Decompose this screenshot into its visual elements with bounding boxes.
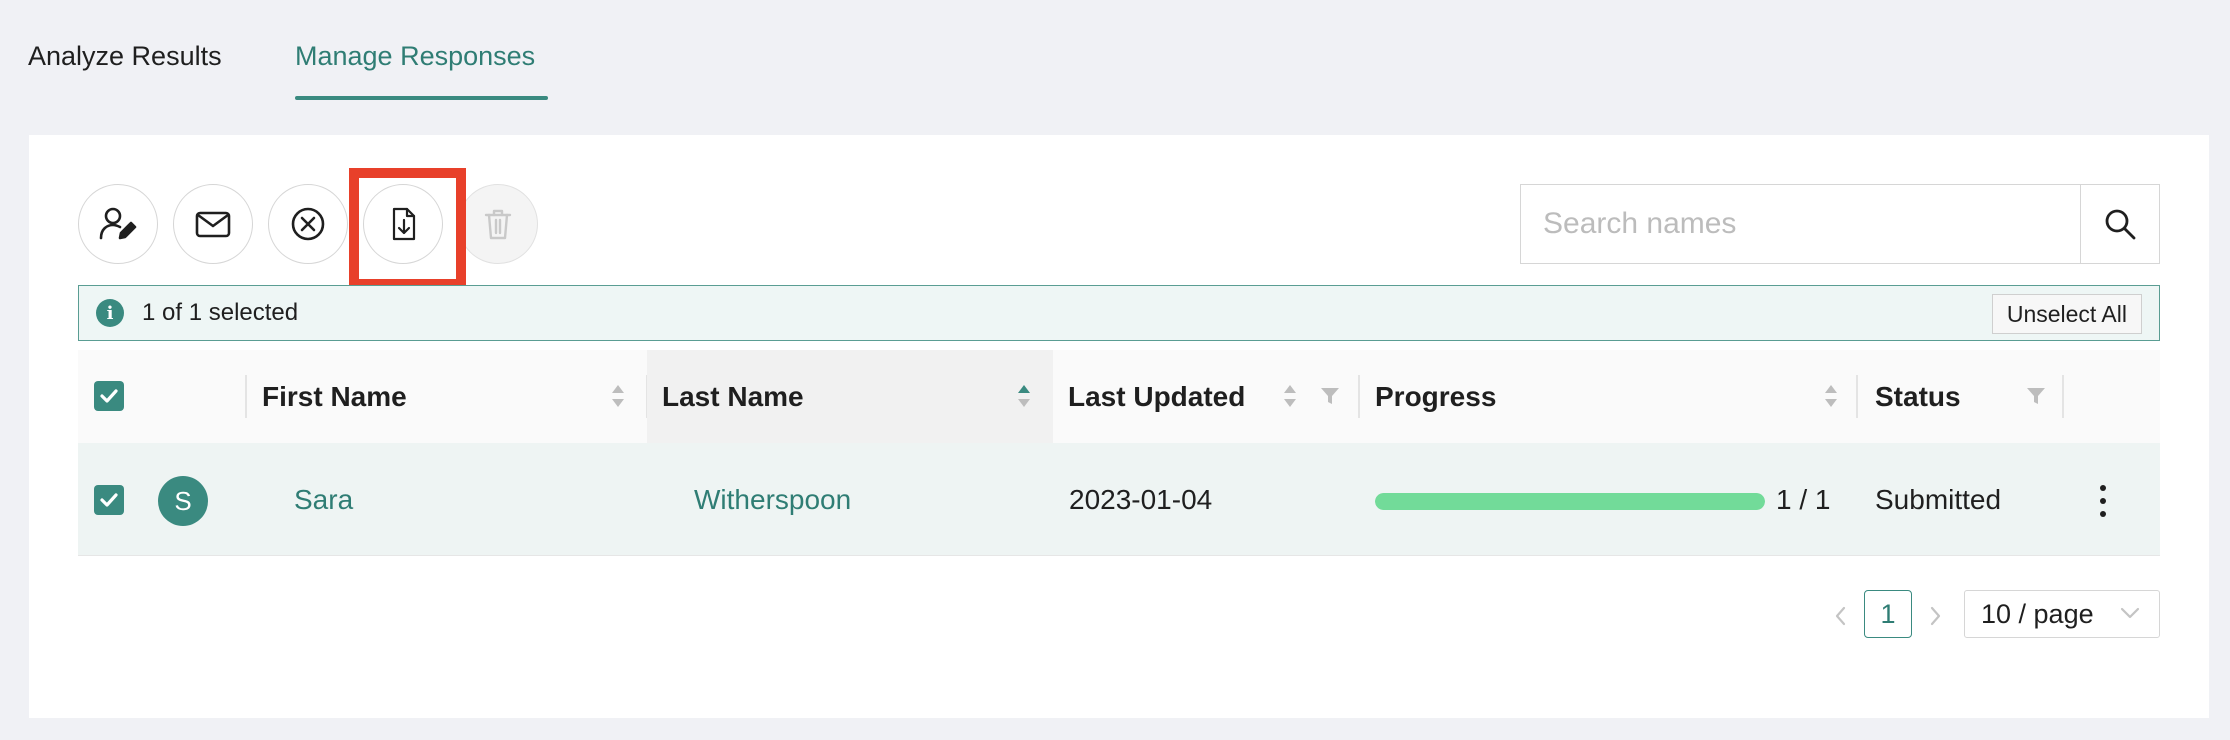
select-all-checkbox[interactable] — [94, 381, 124, 411]
progress-bar — [1375, 493, 1765, 510]
search-input[interactable] — [1521, 185, 2080, 263]
edit-user-icon — [99, 207, 137, 240]
search-box — [1520, 184, 2160, 264]
tab-bar: Analyze Results Manage Responses — [0, 0, 2230, 100]
filter-icon[interactable] — [1320, 386, 1340, 406]
active-tab-indicator — [295, 96, 548, 100]
tab-analyze-results[interactable]: Analyze Results — [28, 36, 222, 76]
more-dot — [2100, 498, 2106, 504]
column-last-name-label: Last Name — [662, 380, 804, 412]
trash-icon — [484, 209, 512, 240]
chevron-down-icon — [2120, 607, 2140, 619]
progress-bar-fill — [1375, 493, 1765, 510]
sort-ascending-icon[interactable] — [1016, 382, 1032, 410]
search-icon — [2105, 209, 2136, 240]
next-page-button[interactable] — [1921, 596, 1951, 636]
search-button[interactable] — [2080, 185, 2159, 263]
row-checkbox[interactable] — [94, 485, 124, 515]
download-file-button[interactable] — [363, 184, 443, 264]
close-circle-icon — [291, 207, 325, 241]
column-separator — [1358, 375, 1360, 418]
more-dot — [2100, 511, 2106, 517]
column-first-name-label: First Name — [262, 380, 407, 412]
selection-count: 1 of 1 selected — [142, 299, 299, 326]
close-responses-button[interactable] — [268, 184, 348, 264]
sort-icon[interactable] — [610, 382, 626, 410]
info-icon: i — [96, 299, 124, 327]
table-header: First Name Last Name Last Updated Progre… — [78, 350, 2160, 443]
file-download-icon — [392, 207, 416, 241]
delete-button[interactable] — [458, 184, 538, 264]
last-updated-value: 2023-01-04 — [1069, 484, 1213, 515]
table-row[interactable]: S Sara Witherspoon 2023-01-04 1 / 1 Subm… — [78, 443, 2160, 556]
column-last-updated-label: Last Updated — [1068, 380, 1246, 412]
check-icon — [100, 493, 118, 507]
edit-user-button[interactable] — [78, 184, 158, 264]
column-last-updated[interactable]: Last Updated — [1068, 350, 1348, 443]
column-status-label: Status — [1875, 380, 1961, 412]
chevron-right-icon — [1930, 606, 1941, 626]
more-options-button[interactable] — [2093, 481, 2113, 521]
column-progress[interactable]: Progress — [1375, 350, 1775, 443]
chevron-left-icon — [1835, 606, 1846, 626]
column-separator — [245, 375, 247, 418]
selection-alert: i 1 of 1 selected Unselect All — [78, 285, 2160, 341]
column-separator — [2062, 375, 2064, 418]
avatar: S — [158, 476, 208, 526]
page-number-button[interactable]: 1 — [1864, 590, 1912, 638]
previous-page-button[interactable] — [1825, 596, 1855, 636]
page-size-select[interactable]: 10 / page — [1964, 590, 2160, 638]
column-separator — [1856, 375, 1858, 418]
last-name-link[interactable]: Witherspoon — [694, 480, 851, 520]
column-last-name[interactable]: Last Name — [647, 350, 1053, 443]
filter-icon[interactable] — [2026, 386, 2046, 406]
more-dot — [2100, 485, 2106, 491]
mail-icon — [195, 211, 231, 238]
tab-manage-responses[interactable]: Manage Responses — [295, 36, 535, 76]
send-email-button[interactable] — [173, 184, 253, 264]
first-name-link[interactable]: Sara — [294, 480, 353, 520]
page-size-value: 10 / page — [1981, 598, 2094, 629]
sort-icon[interactable] — [1823, 382, 1839, 410]
column-progress-label: Progress — [1375, 380, 1497, 412]
status-value: Submitted — [1875, 484, 2002, 515]
check-icon — [100, 389, 118, 403]
sort-icon[interactable] — [1282, 382, 1298, 410]
progress-text: 1 / 1 — [1776, 484, 1831, 515]
column-first-name[interactable]: First Name — [262, 350, 638, 443]
unselect-all-button[interactable]: Unselect All — [1991, 294, 2142, 334]
